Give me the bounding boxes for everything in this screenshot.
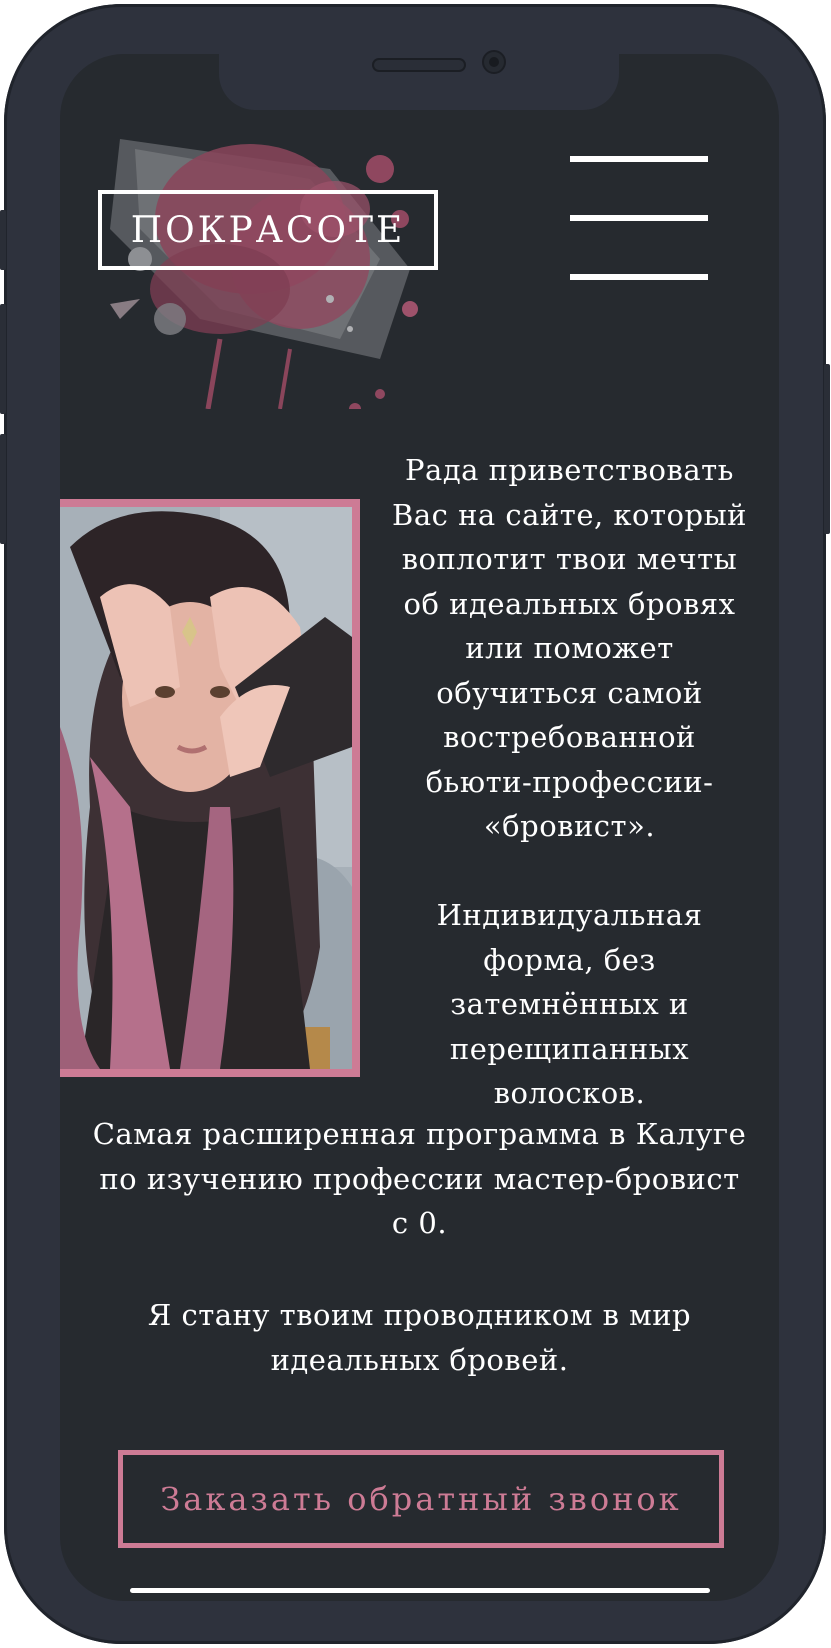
callback-button[interactable]: Заказать обратный звонок — [118, 1450, 724, 1548]
menu-line — [570, 215, 708, 221]
phone-power-button — [824, 364, 830, 534]
hamburger-menu-icon[interactable] — [570, 156, 710, 286]
menu-line — [570, 156, 708, 162]
logo-text: ПОКРАСОТЕ — [130, 209, 406, 251]
phone-frame: ПОКРАСОТЕ Рада приветствовать Вас на сай… — [0, 4, 830, 1644]
portrait-image — [60, 507, 352, 1069]
intro-text: Рада приветствовать Вас на сайте, которы… — [392, 453, 747, 1110]
phone-side-button — [0, 210, 6, 270]
phone-volume-down-button — [0, 434, 6, 544]
logo[interactable]: ПОКРАСОТЕ — [98, 190, 438, 270]
program-text: Самая расширенная программа в Калуге по … — [92, 1117, 747, 1240]
speaker-icon — [372, 58, 466, 72]
phone-volume-up-button — [0, 304, 6, 414]
guide-text: Я стану твоим проводником в мир идеальны… — [147, 1298, 692, 1377]
phone-screen: ПОКРАСОТЕ Рада приветствовать Вас на сай… — [60, 54, 779, 1601]
camera-icon — [482, 50, 506, 74]
callback-button-label: Заказать обратный звонок — [160, 1480, 682, 1518]
home-indicator — [130, 1588, 710, 1593]
portrait-photo — [60, 499, 360, 1077]
menu-line — [570, 274, 708, 280]
